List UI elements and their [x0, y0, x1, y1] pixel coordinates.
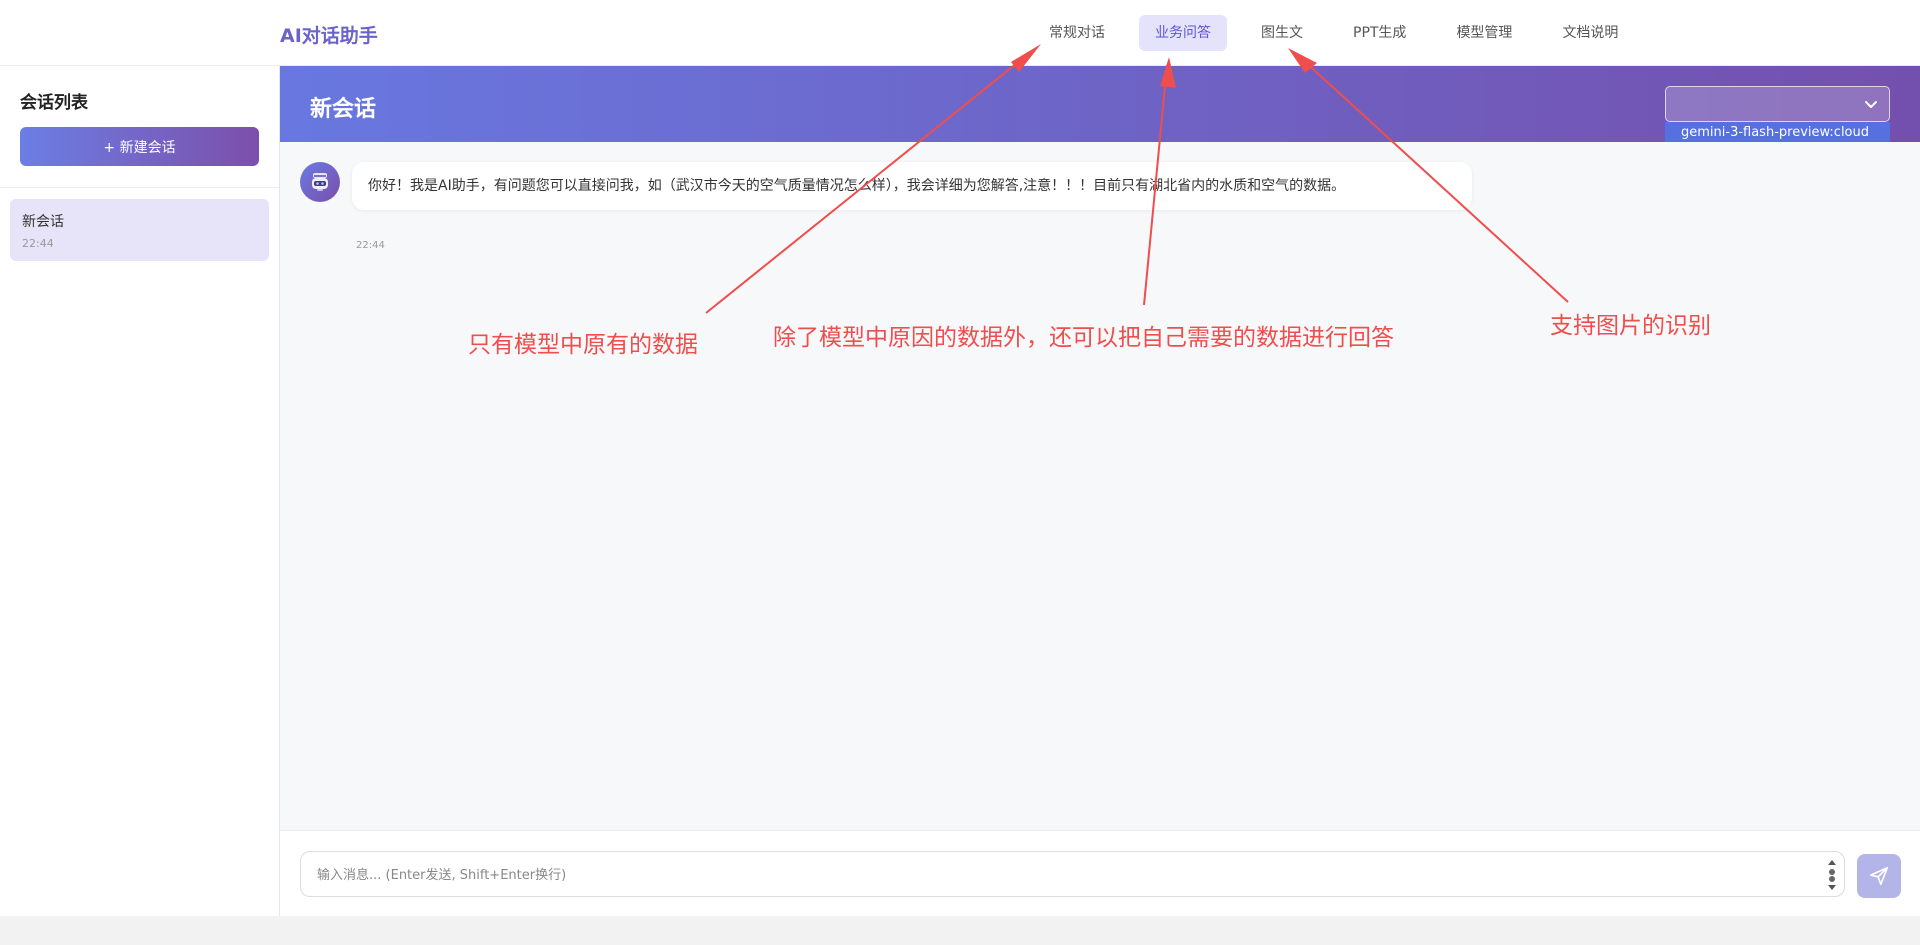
message-input-area — [280, 830, 1920, 916]
sidebar-divider — [0, 187, 279, 188]
nav-tab-chat[interactable]: 常规对话 — [1033, 15, 1121, 51]
nav-tab-business-qa[interactable]: 业务问答 — [1139, 15, 1227, 51]
conversation-item[interactable]: 新会话 22:44 — [10, 199, 269, 261]
assistant-message-bubble: 你好！我是AI助手，有问题您可以直接问我，如（武汉市今天的空气质量情况怎么样），… — [352, 162, 1472, 210]
message-input-box — [300, 851, 1845, 897]
top-navbar: AI对话助手 常规对话 业务问答 图生文 PPT生成 模型管理 文档说明 — [0, 0, 1920, 66]
conversation-sidebar: 会话列表 + 新建会话 新会话 22:44 — [0, 66, 280, 916]
nav-tab-model-management[interactable]: 模型管理 — [1440, 15, 1528, 51]
new-conversation-button[interactable]: + 新建会话 — [20, 127, 259, 166]
conversation-title: 新会话 — [22, 214, 64, 230]
main-nav: 常规对话 业务问答 图生文 PPT生成 模型管理 文档说明 — [1033, 15, 1634, 51]
bot-avatar — [300, 162, 340, 202]
send-button[interactable] — [1857, 854, 1901, 898]
conversation-time: 22:44 — [22, 237, 54, 250]
robot-icon — [312, 173, 328, 191]
nav-tab-ppt[interactable]: PPT生成 — [1337, 15, 1422, 51]
nav-tab-image-to-text[interactable]: 图生文 — [1245, 15, 1319, 51]
chat-messages: 你好！我是AI助手，有问题您可以直接问我，如（武汉市今天的空气质量情况怎么样），… — [280, 142, 1920, 830]
chat-title: 新会话 — [310, 97, 377, 122]
chat-header: 新会话 gemini-3-flash-preview:cloud — [280, 66, 1920, 144]
nav-tab-docs[interactable]: 文档说明 — [1546, 15, 1634, 51]
sidebar-title: 会话列表 — [20, 93, 88, 113]
message-time: 22:44 — [356, 240, 385, 251]
model-option[interactable]: gemini-3-flash-preview:cloud — [1665, 122, 1890, 144]
app-brand[interactable]: AI对话助手 — [280, 21, 378, 48]
send-icon — [1869, 866, 1889, 886]
chevron-down-icon — [1865, 101, 1877, 108]
spinner-arrows-icon[interactable] — [1826, 856, 1838, 894]
message-input[interactable] — [317, 865, 1807, 885]
model-select[interactable] — [1665, 86, 1890, 122]
